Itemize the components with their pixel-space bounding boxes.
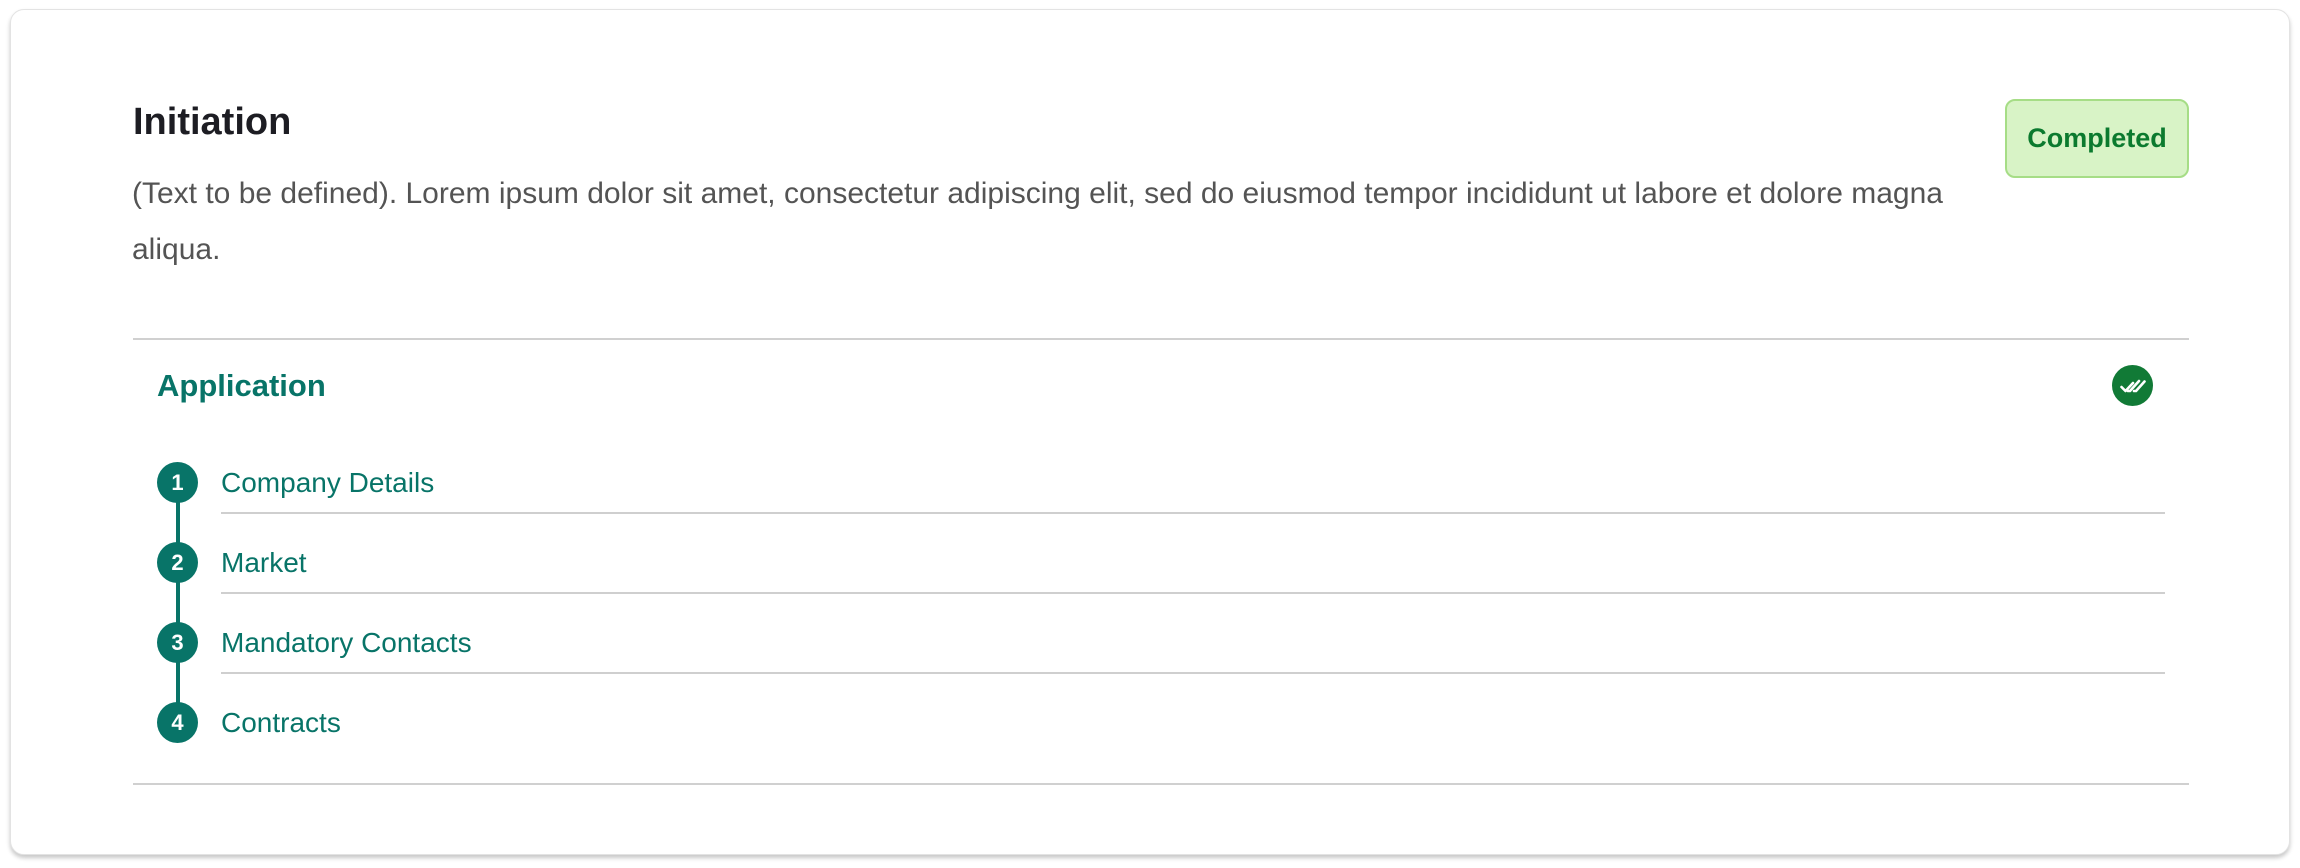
step-divider bbox=[221, 672, 2165, 674]
step-link-market[interactable]: Market bbox=[221, 546, 307, 580]
step-number-badge: 4 bbox=[157, 702, 198, 743]
step-number-badge: 3 bbox=[157, 622, 198, 663]
step-item-company-details[interactable]: 1 Company Details bbox=[157, 462, 2165, 514]
step-divider bbox=[221, 512, 2165, 514]
initiation-card: Initiation (Text to be defined). Lorem i… bbox=[10, 9, 2290, 855]
step-item-contracts[interactable]: 4 Contracts bbox=[157, 702, 2165, 744]
section-description: (Text to be defined). Lorem ipsum dolor … bbox=[132, 177, 1943, 266]
step-number-badge: 1 bbox=[157, 462, 198, 503]
double-check-glyph bbox=[2119, 379, 2146, 392]
section-divider-bottom bbox=[133, 783, 2189, 785]
step-link-company-details[interactable]: Company Details bbox=[221, 466, 434, 500]
steps-connector-line bbox=[176, 482, 180, 722]
step-divider bbox=[221, 592, 2165, 594]
step-number-badge: 2 bbox=[157, 542, 198, 583]
step-item-mandatory-contacts[interactable]: 3 Mandatory Contacts bbox=[157, 622, 2165, 674]
section-divider-top bbox=[133, 338, 2189, 340]
page-title: Initiation bbox=[133, 101, 292, 143]
application-section-title: Application bbox=[157, 368, 326, 403]
double-check-icon bbox=[2112, 365, 2153, 406]
step-link-contracts[interactable]: Contracts bbox=[221, 706, 341, 740]
step-item-market[interactable]: 2 Market bbox=[157, 542, 2165, 594]
application-steps-list: 1 Company Details 2 Market 3 Mandatory C… bbox=[157, 462, 2165, 744]
step-link-mandatory-contacts[interactable]: Mandatory Contacts bbox=[221, 626, 472, 660]
status-badge: Completed bbox=[2005, 99, 2189, 178]
